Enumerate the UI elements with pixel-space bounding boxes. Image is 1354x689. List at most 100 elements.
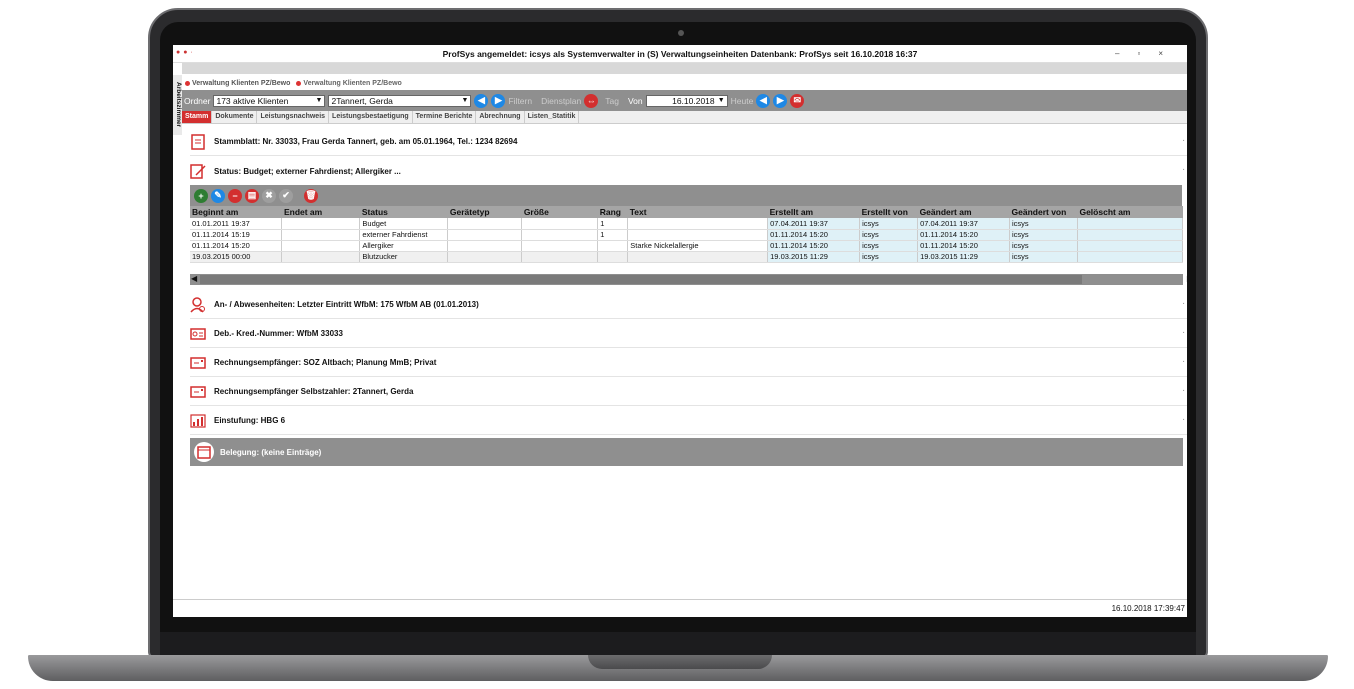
table-cell: icsys <box>859 240 919 252</box>
column-header[interactable]: Gerätetyp <box>447 206 522 218</box>
tag-button[interactable]: Tag <box>605 96 619 106</box>
table-row[interactable]: 19.03.2015 00:00 Blutzucker 19.03.2015 11:… <box>190 251 1184 263</box>
doc-tab-2[interactable]: Verwaltung Klienten PZ/Bewo <box>293 80 405 87</box>
delete-icon[interactable]: 🗑 <box>304 188 318 203</box>
more-icon[interactable]: · <box>1183 330 1185 337</box>
confirm-icon[interactable]: ✔ <box>279 188 293 203</box>
date-picker[interactable]: 16.10.2018 ▼ <box>645 94 728 107</box>
laptop-chin <box>160 632 1196 656</box>
table-cell: 19.03.2015 00:00 <box>190 251 283 263</box>
filtern-button[interactable]: Filtern <box>508 96 532 106</box>
vertical-tab-arbeitszimmer[interactable]: Arbeitszimmer <box>173 75 182 135</box>
section-label: Belegung: (keine Einträge) <box>220 447 322 457</box>
calendar-icon <box>194 442 214 462</box>
restore-button[interactable]: ▫ <box>1137 49 1158 58</box>
table-cell: 1 <box>597 229 629 241</box>
doc-tab-1[interactable]: Verwaltung Klienten PZ/Bewo <box>182 80 293 87</box>
table-row[interactable]: 01.11.2014 15:20 Allergiker Starke Nickela… <box>190 240 1184 252</box>
table-cell: 01.11.2014 15:20 <box>767 240 861 252</box>
column-header[interactable]: Rang <box>597 206 628 218</box>
column-header[interactable]: Beginnt am <box>190 206 282 218</box>
dienstplan-button[interactable]: Dienstplan <box>541 96 581 106</box>
column-header[interactable]: Größe <box>521 206 598 218</box>
table-cell <box>447 240 523 252</box>
section-anwesenheit[interactable]: An- / Abwesenheiten: Letzter Eintritt Wf… <box>190 291 1187 319</box>
column-header[interactable]: Erstellt am <box>767 206 860 218</box>
remove-icon[interactable]: − <box>228 188 242 203</box>
section-stammblatt[interactable]: Stammblatt: Nr. 33033, Frau Gerda Tanner… <box>190 128 1187 156</box>
table-cell <box>1077 229 1184 241</box>
column-header[interactable]: Erstellt von <box>859 206 918 218</box>
minimize-button[interactable]: – <box>1115 49 1137 58</box>
table-cell: 01.11.2014 15:20 <box>917 240 1011 252</box>
close-button[interactable]: × <box>1158 49 1181 58</box>
previous-client-icon[interactable]: ◀ <box>474 93 489 108</box>
cancel-icon[interactable]: ✖ <box>262 188 276 203</box>
section-selbstzahler[interactable]: Rechnungsempfänger Selbstzahler: 2Tanner… <box>190 378 1187 406</box>
table-row[interactable]: 01.11.2014 15:19 externer Fahrdienst 1 01.1… <box>190 229 1184 241</box>
dienstplan-icon[interactable]: ⇔ <box>584 93 599 108</box>
more-icon[interactable]: · <box>1183 417 1185 424</box>
more-icon[interactable]: · <box>1183 138 1185 145</box>
section-einstufung[interactable]: Einstufung: HBG 6 · <box>190 407 1187 435</box>
client-select[interactable]: 2Tannert, Gerda ▼ <box>328 94 472 107</box>
tab-leistungsbestaetigung[interactable]: Leistungsbestaetigung <box>329 111 413 123</box>
tab-abrechnung[interactable]: Abrechnung <box>476 111 525 123</box>
main-toolbar: Ordner 173 aktive Klienten ▼ 2Tannert, Ge… <box>182 90 1187 111</box>
table-cell: Blutzucker <box>359 251 449 263</box>
table-row[interactable]: 01.01.2011 19:37 Budget 1 07.04.2011 19:37 i… <box>190 218 1184 230</box>
edit-icon[interactable]: ✎ <box>211 188 225 203</box>
ordner-select[interactable]: 173 aktive Klienten ▼ <box>213 94 326 107</box>
scroll-thumb[interactable] <box>200 275 1082 284</box>
next-day-icon[interactable]: ▶ <box>773 93 788 108</box>
ordner-label: Ordner <box>184 95 211 106</box>
more-icon[interactable]: · <box>1183 167 1185 174</box>
tab-leistungsnachweis[interactable]: Leistungsnachweis <box>257 111 330 123</box>
table-cell <box>627 218 769 230</box>
tab-dot-icon <box>185 81 190 86</box>
scroll-left-icon[interactable]: ◀ <box>191 274 197 283</box>
section-belegung[interactable]: Belegung: (keine Einträge) <box>190 438 1183 466</box>
table-cell: Allergiker <box>359 240 449 252</box>
print-icon[interactable]: ▤ <box>245 188 259 203</box>
column-header[interactable]: Geändert am <box>917 206 1010 218</box>
table-cell <box>521 218 599 230</box>
next-client-icon[interactable]: ▶ <box>491 93 506 108</box>
chevron-down-icon: ▼ <box>461 96 469 104</box>
column-header[interactable]: Geändert von <box>1009 206 1078 218</box>
section-status[interactable]: Status: Budget; externer Fahrdienst; All… <box>190 157 1187 185</box>
section-debkred[interactable]: Deb.- Kred.-Nummer: WfbM 33033 · <box>190 320 1187 348</box>
app-logo-icon: ●●· <box>176 49 196 56</box>
table-cell <box>447 229 523 241</box>
camera <box>678 30 684 36</box>
table-cell <box>1077 218 1184 230</box>
tab-listen-statistik[interactable]: Listen_Statitik <box>525 111 580 123</box>
more-icon[interactable]: · <box>1183 301 1185 308</box>
section-rechnung[interactable]: Rechnungsempfänger: SOZ Altbach; Planung… <box>190 349 1187 377</box>
app-window: ●●· ProfSys angemeldet: icsys als System… <box>173 45 1187 617</box>
add-icon[interactable]: + <box>194 188 208 203</box>
table-cell <box>1077 240 1184 252</box>
edit-document-icon <box>190 163 206 179</box>
table-cell: icsys <box>859 218 919 230</box>
horizontal-scrollbar[interactable]: ◀ ▶ <box>190 274 1187 285</box>
table-cell <box>281 229 361 241</box>
tab-termine-berichte[interactable]: Termine Berichte <box>413 111 477 123</box>
sub-bar <box>182 63 1187 74</box>
window-controls: –▫× <box>1115 49 1181 58</box>
mail-icon[interactable]: ✉ <box>790 93 805 108</box>
more-icon[interactable]: · <box>1183 359 1185 366</box>
more-icon[interactable]: · <box>1183 388 1185 395</box>
tab-dokumente[interactable]: Dokumente <box>212 111 258 123</box>
column-header[interactable]: Endet am <box>281 206 360 218</box>
column-header[interactable]: Status <box>359 206 448 218</box>
document-icon <box>190 133 206 150</box>
document-tabs: Verwaltung Klienten PZ/Bewo Verwaltung K… <box>182 78 1187 89</box>
table-cell <box>521 240 599 252</box>
tab-stamm[interactable]: Stamm <box>182 111 213 123</box>
previous-day-icon[interactable]: ◀ <box>756 93 771 108</box>
table-cell <box>447 218 523 230</box>
column-header[interactable]: Gelöscht am <box>1077 206 1183 218</box>
column-header[interactable]: Text <box>627 206 768 218</box>
heute-button[interactable]: Heute <box>731 96 754 106</box>
